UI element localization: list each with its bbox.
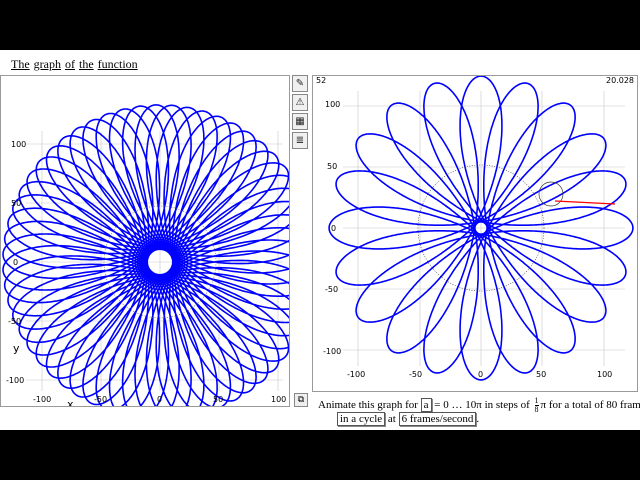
- graph-toolbar: ✎ ⚠ ▦ ≣: [292, 75, 308, 151]
- app-window: The graph of the function 100 50 0 -50 -100 …: [0, 50, 640, 430]
- y-tick: 100: [325, 100, 340, 109]
- left-curve: [2, 104, 318, 420]
- y-tick: -50: [8, 317, 21, 326]
- wand-icon[interactable]: ✎: [292, 75, 308, 92]
- warning-icon[interactable]: ⚠: [292, 94, 308, 111]
- x-tick: 0: [157, 395, 162, 404]
- fraction-denominator: 8: [534, 405, 539, 414]
- pi-symbol: π: [540, 399, 547, 412]
- x-tick: 50: [536, 370, 546, 379]
- right-x-ticks: -100 -50 0 50 100: [347, 370, 612, 379]
- y-tick: -50: [325, 285, 338, 294]
- heading-word[interactable]: function: [98, 57, 138, 71]
- step-fraction[interactable]: 18: [534, 397, 539, 414]
- y-tick: -100: [323, 347, 341, 356]
- x-tick: -100: [347, 370, 365, 379]
- x-tick: 100: [597, 370, 612, 379]
- y-tick: 100: [11, 140, 26, 149]
- x-tick: 50: [213, 395, 223, 404]
- animation-text: at: [387, 413, 396, 425]
- heading-word[interactable]: the: [79, 57, 94, 71]
- range-field[interactable]: = 0 … 10π: [434, 399, 482, 411]
- expand-icon[interactable]: ⧉: [294, 393, 308, 407]
- y-axis-label: y: [13, 342, 20, 355]
- right-graph-pane[interactable]: 100 50 0 -50 -100 -100 -50 0 50 100: [312, 75, 638, 392]
- animation-controls: in a cycle at 6 frames/second.: [337, 412, 480, 426]
- y-tick: 0: [13, 258, 18, 267]
- variable-field[interactable]: a: [420, 398, 432, 413]
- x-axis-label: x: [67, 398, 74, 406]
- x-tick: -50: [94, 395, 107, 404]
- fps-button[interactable]: 6 frames/second: [398, 412, 477, 426]
- animation-text: for a total of 80 frames: [548, 399, 640, 412]
- animation-text: Animate this graph for: [318, 399, 418, 412]
- y-tick: 0: [331, 224, 336, 233]
- animation-text: .: [476, 413, 480, 425]
- cycle-button[interactable]: in a cycle: [337, 412, 386, 426]
- heading-word[interactable]: The: [11, 57, 30, 71]
- left-graph-pane[interactable]: 100 50 0 -50 -100 -100 -50 0 50 100 x y: [0, 75, 318, 420]
- y-tick: 50: [11, 199, 21, 208]
- x-tick: -50: [409, 370, 422, 379]
- heading-word[interactable]: graph: [34, 57, 61, 71]
- document-icon[interactable]: ≣: [292, 132, 308, 149]
- left-graph-plot[interactable]: 100 50 0 -50 -100 -100 -50 0 50 100 x y: [1, 76, 318, 420]
- heading-word[interactable]: of: [65, 57, 75, 71]
- animation-text: in steps of: [484, 399, 530, 412]
- right-y-ticks: 100 50 0 -50 -100: [323, 100, 341, 356]
- y-tick: -100: [6, 376, 24, 385]
- x-tick: -100: [33, 395, 51, 404]
- table-icon[interactable]: ▦: [292, 113, 308, 130]
- right-graph-plot[interactable]: 100 50 0 -50 -100 -100 -50 0 50 100: [313, 75, 637, 391]
- graph-heading[interactable]: The graph of the function: [11, 57, 142, 72]
- right-grid: [343, 91, 625, 366]
- y-tick: 50: [327, 162, 337, 171]
- x-tick: 100: [271, 395, 286, 404]
- frame-counter: 52: [316, 76, 327, 85]
- parameter-value: 20.028: [606, 76, 634, 85]
- x-tick: 0: [478, 370, 483, 379]
- right-pen-line: [554, 200, 616, 205]
